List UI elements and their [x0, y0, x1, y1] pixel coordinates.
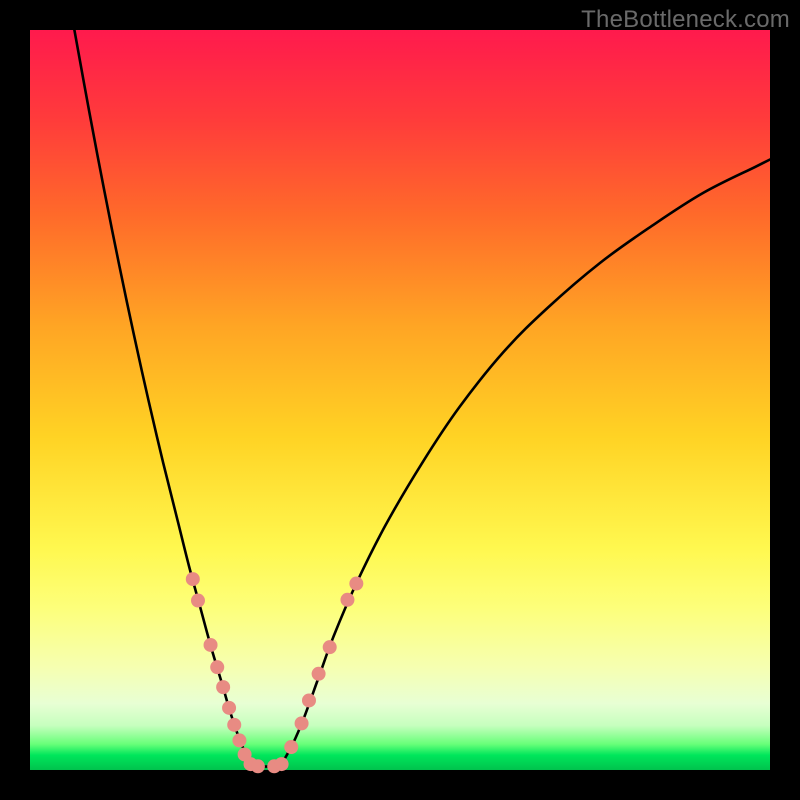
highlight-dot	[210, 660, 224, 674]
highlight-dot	[312, 667, 326, 681]
highlight-dot	[191, 594, 205, 608]
highlight-dot	[232, 733, 246, 747]
highlight-dot	[302, 693, 316, 707]
highlight-dot	[295, 716, 309, 730]
highlight-dot	[204, 638, 218, 652]
highlight-dot	[186, 572, 200, 586]
left-branch-path	[74, 30, 249, 764]
highlight-dot	[216, 680, 230, 694]
marker-group	[186, 572, 364, 773]
chart-stage: TheBottleneck.com	[0, 0, 800, 800]
highlight-dot	[349, 577, 363, 591]
highlight-dot	[284, 740, 298, 754]
plot-area	[30, 30, 770, 770]
highlight-dot	[222, 701, 236, 715]
highlight-dot	[323, 640, 337, 654]
highlight-dot	[251, 759, 265, 773]
highlight-dot	[340, 593, 354, 607]
highlight-dot	[227, 718, 241, 732]
curve-layer	[30, 30, 770, 770]
highlight-dot	[275, 757, 289, 771]
right-branch-path	[282, 160, 770, 765]
